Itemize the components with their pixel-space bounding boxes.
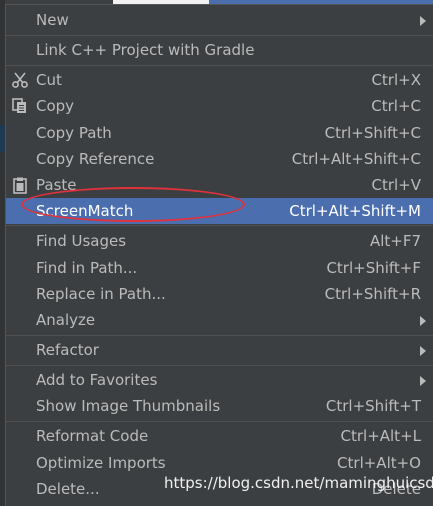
menu-item-label: Copy Reference [36, 150, 155, 168]
menu-item-shortcut: Ctrl+X [371, 71, 421, 89]
menu-item-reformat-code[interactable]: Reformat Code Ctrl+Alt+L [6, 423, 433, 449]
menu-item-delete[interactable]: Delete... Delete [6, 476, 433, 502]
menu-item-shortcut: Ctrl+Shift+F [326, 259, 421, 277]
menu-item-add-to-favorites[interactable]: Add to Favorites [6, 367, 433, 393]
menu-separator [6, 225, 433, 226]
copy-icon [12, 98, 26, 113]
submenu-arrow-icon [420, 316, 426, 326]
submenu-arrow-icon [420, 376, 426, 386]
menu-item-label: Analyze [36, 311, 96, 329]
menu-item-shortcut: Ctrl+Alt+L [340, 427, 422, 445]
menu-item-label: Delete... [36, 480, 100, 498]
menu-item-label: Copy Path [36, 124, 112, 142]
menu-item-cut[interactable]: Cut Ctrl+X [6, 67, 433, 93]
menu-item-paste[interactable]: Paste Ctrl+V [6, 172, 433, 198]
submenu-arrow-icon [420, 16, 426, 26]
menu-item-label: Reformat Code [36, 427, 149, 445]
menu-separator [6, 365, 433, 366]
menu-item-find-usages[interactable]: Find Usages Alt+F7 [6, 228, 433, 254]
menu-item-label: Add to Favorites [36, 371, 158, 389]
menu-item-shortcut: Ctrl+Alt+Shift+C [291, 150, 421, 168]
menu-item-label: Find Usages [36, 232, 127, 250]
menu-separator [6, 421, 433, 422]
menu-separator [6, 335, 433, 336]
menu-item-show-image-thumbnails[interactable]: Show Image Thumbnails Ctrl+Shift+T [6, 393, 433, 419]
menu-item-label: Show Image Thumbnails [36, 397, 221, 415]
submenu-arrow-icon [420, 346, 426, 356]
menu-item-label: Paste [36, 176, 77, 194]
menu-item-new[interactable]: New [6, 7, 433, 33]
menu-item-label: Copy [36, 97, 75, 115]
menu-item-shortcut: Ctrl+V [371, 176, 421, 194]
menu-item-shortcut: Alt+F7 [369, 232, 421, 250]
context-menu: New Link C++ Project with Gradle Cut Ctr… [5, 4, 433, 506]
menu-item-label: New [36, 11, 69, 29]
menu-item-label: Replace in Path... [36, 285, 166, 303]
menu-separator [6, 65, 433, 66]
scissors-icon [12, 72, 28, 88]
menu-item-link-cpp-project[interactable]: Link C++ Project with Gradle [6, 37, 433, 63]
menu-item-label: Optimize Imports [36, 454, 166, 472]
menu-separator [6, 35, 433, 36]
menu-item-shortcut: Ctrl+Alt+O [337, 454, 421, 472]
menu-item-shortcut: Ctrl+Alt+Shift+M [289, 202, 421, 220]
menu-item-find-in-path[interactable]: Find in Path... Ctrl+Shift+F [6, 255, 433, 281]
menu-item-replace-in-path[interactable]: Replace in Path... Ctrl+Shift+R [6, 281, 433, 307]
menu-item-label: Cut [36, 71, 62, 89]
menu-item-label: Link C++ Project with Gradle [36, 41, 255, 59]
menu-item-screenmatch[interactable]: ScreenMatch Ctrl+Alt+Shift+M [6, 198, 433, 224]
menu-item-shortcut: Ctrl+Shift+R [324, 285, 421, 303]
menu-item-label: Find in Path... [36, 259, 138, 277]
menu-item-label: Refactor [36, 341, 99, 359]
menu-item-optimize-imports[interactable]: Optimize Imports Ctrl+Alt+O [6, 450, 433, 476]
menu-item-shortcut: Ctrl+Shift+C [324, 124, 421, 142]
menu-item-shortcut: Ctrl+C [371, 97, 421, 115]
menu-item-shortcut: Delete [371, 480, 421, 498]
menu-item-label: ScreenMatch [36, 202, 134, 220]
menu-item-copy[interactable]: Copy Ctrl+C [6, 93, 433, 119]
clipboard-icon [13, 177, 27, 194]
menu-item-refactor[interactable]: Refactor [6, 337, 433, 363]
menu-item-copy-reference[interactable]: Copy Reference Ctrl+Alt+Shift+C [6, 146, 433, 172]
menu-item-analyze[interactable]: Analyze [6, 307, 433, 333]
menu-item-shortcut: Ctrl+Shift+T [325, 397, 421, 415]
menu-item-copy-path[interactable]: Copy Path Ctrl+Shift+C [6, 120, 433, 146]
